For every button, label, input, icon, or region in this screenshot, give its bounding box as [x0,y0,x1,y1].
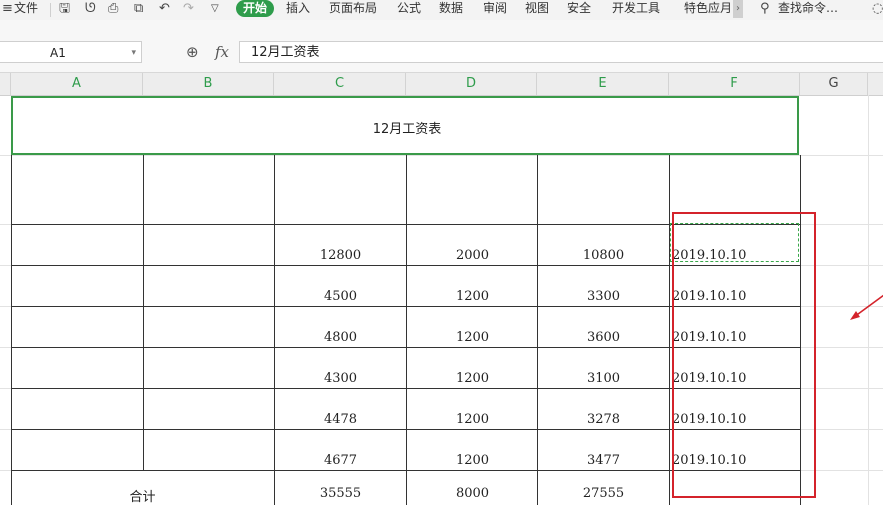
print-icon[interactable]: ⎙ [108,0,118,20]
cell-c-row3[interactable]: 4800 [275,330,406,345]
command-search[interactable]: 查找命令… [778,0,838,20]
tab-data[interactable]: 数据 [439,0,463,20]
selected-cell-a1[interactable]: 12月工资表 [11,96,799,155]
tab-insert[interactable]: 插入 [286,0,310,20]
tab-formulas[interactable]: 公式 [397,0,421,20]
cell-c-row1[interactable]: 12800 [275,248,406,263]
cell-c-row2[interactable]: 4500 [275,289,406,304]
total-label-cell[interactable]: 合计 [11,486,274,505]
cell-e-row1[interactable]: 10800 [538,248,669,263]
select-all-corner[interactable] [0,73,11,95]
cell-d-total[interactable]: 8000 [407,486,538,501]
column-header-e[interactable]: E [537,73,669,95]
cell-d-row5[interactable]: 1200 [407,412,538,427]
tab-view[interactable]: 视图 [525,0,549,20]
cell-e-row5[interactable]: 3278 [538,412,669,427]
column-header-b[interactable]: B [143,73,274,95]
column-header-d[interactable]: D [406,73,537,95]
cell-e-row6[interactable]: 3477 [538,453,669,468]
cell-d-row4[interactable]: 1200 [407,371,538,386]
annotation-arrow-icon [850,294,883,320]
zoom-icon[interactable]: ⊕ [186,41,199,63]
menu-icon[interactable]: ≡ [2,0,13,20]
cell-d-row2[interactable]: 1200 [407,289,538,304]
tab-developer[interactable]: 开发工具 [612,0,660,20]
column-header-c[interactable]: C [274,73,406,95]
cell-c-row6[interactable]: 4677 [275,453,406,468]
chevron-down-icon[interactable]: ▾ [131,42,136,64]
tab-special[interactable]: 特色应月 [684,0,732,20]
cell-c-total[interactable]: 35555 [275,486,406,501]
sheet-title: 12月工资表 [372,122,442,137]
save-icon[interactable]: 🖫 [59,0,70,20]
formula-input[interactable]: 12月工资表 [239,41,883,63]
column-header-f[interactable]: F [669,73,800,95]
tab-security[interactable]: 安全 [567,0,591,20]
name-box[interactable]: A1 ▾ [0,41,142,63]
tab-review[interactable]: 审阅 [483,0,507,20]
ribbon-toolbar: ≡ 文件 🖫 ᘎ ⎙ ⧉ ↶ ↷ ▽ 开始 插入 页面布局 公式 数据 审阅 视… [0,0,883,21]
search-icon[interactable]: ⚲ [760,0,770,20]
table-border [669,155,670,505]
cell-d-row3[interactable]: 1200 [407,330,538,345]
redo-icon[interactable]: ↷ [183,0,194,20]
tab-scroll-right-icon[interactable]: › [733,0,743,18]
cell-d-row1[interactable]: 2000 [407,248,538,263]
cell-e-total[interactable]: 27555 [538,486,669,501]
fx-icon[interactable]: fx [215,41,229,63]
gridline [0,155,883,156]
cell-d-row6[interactable]: 1200 [407,453,538,468]
name-box-value: A1 [50,46,66,60]
table-border [11,155,12,505]
highlight-box [672,212,816,498]
undo-icon[interactable]: ↶ [159,0,170,20]
cell-c-row5[interactable]: 4478 [275,412,406,427]
print-preview-icon[interactable]: ⧉ [134,0,143,20]
format-painter-icon[interactable]: ᘎ [85,0,96,20]
cell-e-row4[interactable]: 3100 [538,371,669,386]
cloud-icon[interactable]: ◌ [872,0,883,20]
cell-c-row4[interactable]: 4300 [275,371,406,386]
column-header-a[interactable]: A [11,73,143,95]
cell-e-row3[interactable]: 3600 [538,330,669,345]
cell-e-row2[interactable]: 3300 [538,289,669,304]
column-headers: A B C D E F G [0,73,883,96]
tab-page-layout[interactable]: 页面布局 [329,0,377,20]
tab-home[interactable]: 开始 [236,0,275,17]
column-header-g[interactable]: G [800,73,868,95]
dropdown-icon[interactable]: ▽ [211,0,219,20]
table-border [143,155,144,470]
toolbar-divider [50,3,51,17]
file-menu[interactable]: 文件 [14,0,38,20]
spreadsheet-grid[interactable]: 12月工资表 12800 2000 10800 2019.10.10 4500 … [0,95,883,505]
